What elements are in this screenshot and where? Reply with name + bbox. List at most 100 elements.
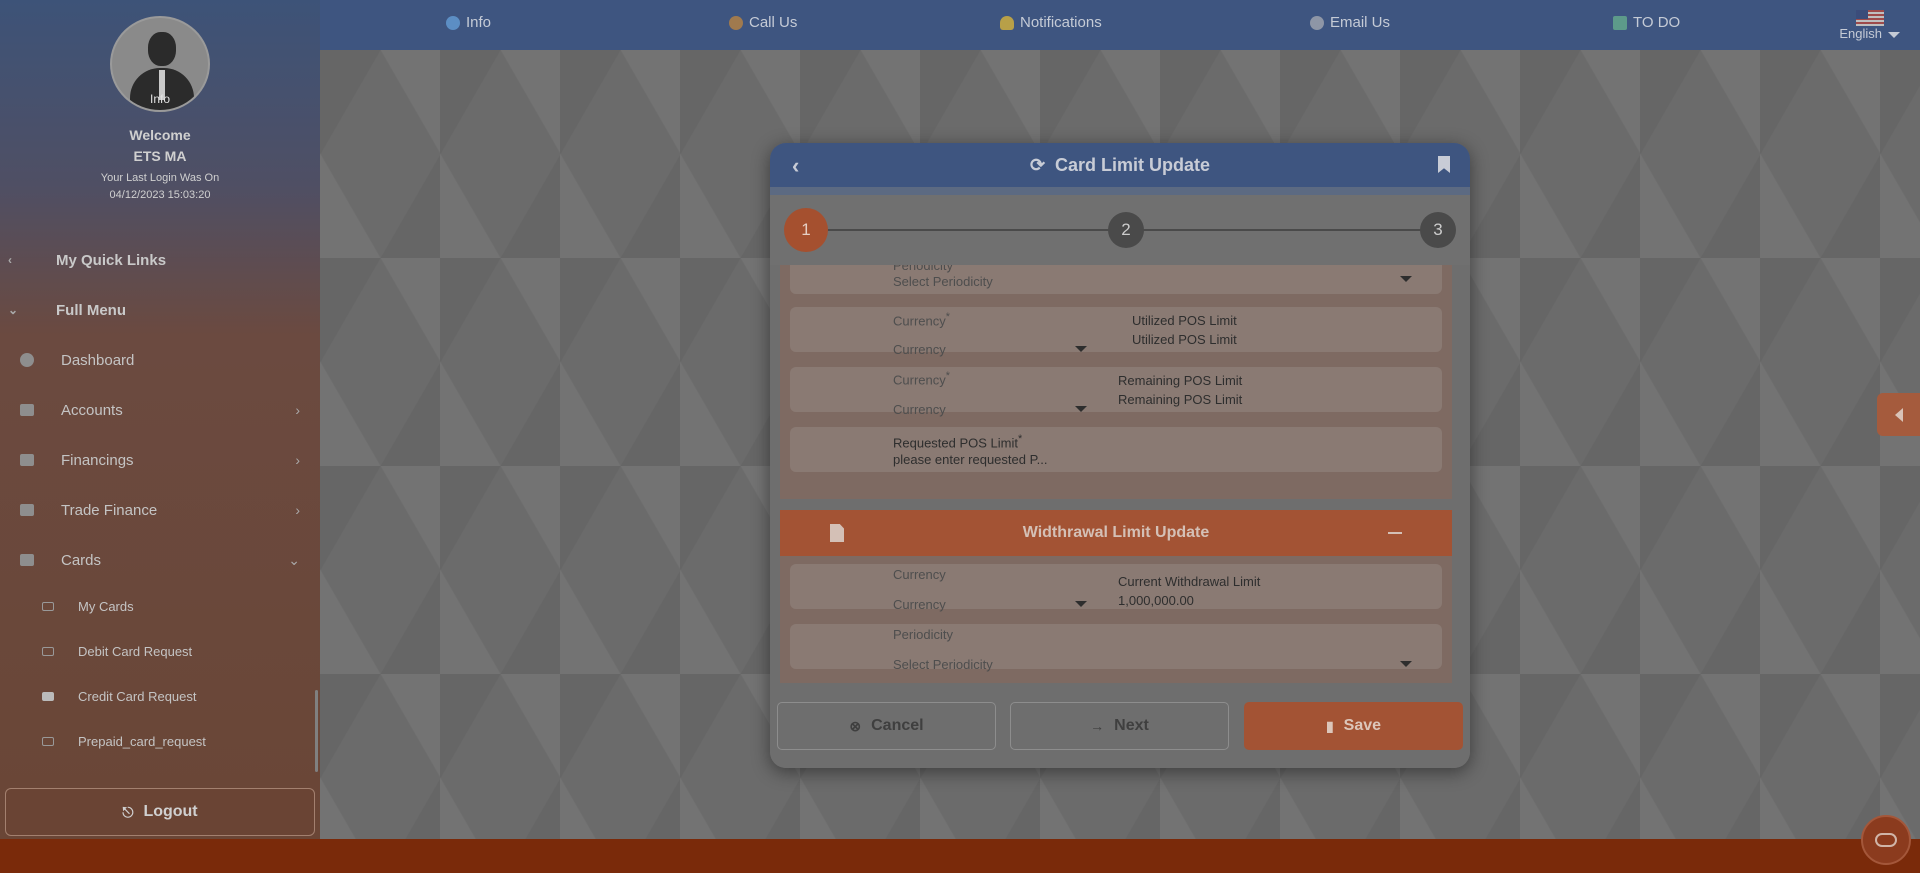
- logout-icon: ⎋: [122, 803, 134, 820]
- bookmark-icon[interactable]: [1438, 156, 1450, 173]
- credit-card-icon: [42, 691, 54, 701]
- pos-currency-remaining-row: Currency* Currency Remaining POS Limit R…: [790, 367, 1442, 417]
- pos-periodicity-select[interactable]: Periodicity Select Periodicity: [790, 265, 1442, 294]
- last-login-value: 04/12/2023 15:03:20: [109, 189, 211, 201]
- quick-links-toggle[interactable]: ‹ My Quick Links: [0, 244, 320, 276]
- pos-limit-panel: Periodicity Select Periodicity Currency*…: [780, 265, 1452, 499]
- step-1[interactable]: 1: [784, 208, 828, 252]
- chart-icon: [20, 454, 34, 466]
- chevron-down-icon: [1075, 346, 1087, 352]
- todo-icon: [1613, 15, 1627, 30]
- cancel-icon: ⊗: [849, 717, 862, 734]
- requested-pos-limit-field[interactable]: Requested POS Limit* please enter reques…: [790, 427, 1442, 472]
- bell-icon: [1000, 15, 1014, 30]
- caret-left-icon: [1894, 407, 1903, 422]
- remaining-pos-value: Remaining POS Limit: [1118, 392, 1243, 407]
- withdrawal-limit-panel: Currency Currency Current Withdrawal Lim…: [780, 556, 1452, 683]
- collapse-icon[interactable]: [1388, 532, 1402, 534]
- withdrawal-currency-label: Currency: [893, 567, 946, 582]
- cards-icon: [20, 554, 34, 566]
- chevron-down-icon: [1075, 601, 1087, 607]
- current-withdrawal-value: 1,000,000.00: [1118, 593, 1194, 608]
- modal-title: Card Limit Update: [1055, 154, 1211, 175]
- modal-header: ‹ ⟳ Card Limit Update: [770, 143, 1470, 187]
- refresh-icon: ⟳: [1029, 154, 1046, 175]
- email-us-link[interactable]: Email Us: [1310, 14, 1390, 31]
- email-icon: [1310, 15, 1324, 30]
- chevron-down-icon: ⌄: [288, 551, 300, 568]
- chevron-down-icon: ⌄: [8, 303, 19, 317]
- pos-currency-select-2[interactable]: Currency: [893, 402, 946, 417]
- sidebar: Info Welcome ETS MA Your Last Login Was …: [0, 0, 320, 839]
- sidebar-item-cards[interactable]: Cards ⌄: [0, 540, 318, 580]
- requested-pos-input[interactable]: please enter requested P...: [893, 452, 1047, 467]
- step-2[interactable]: 2: [1108, 212, 1144, 248]
- last-login-label: Your Last Login Was On: [100, 172, 220, 184]
- next-button[interactable]: → Next: [1010, 702, 1229, 750]
- chevron-left-icon: ‹: [8, 253, 12, 267]
- sidebar-item-accounts[interactable]: Accounts ›: [0, 390, 318, 430]
- sidebar-subitem-credit-card-request[interactable]: Credit Card Request: [0, 678, 318, 714]
- sidebar-subitem-my-cards[interactable]: My Cards: [0, 588, 318, 624]
- chat-icon: [1875, 833, 1897, 847]
- sidebar-subitem-prepaid-card-request[interactable]: Prepaid_card_request: [0, 723, 318, 759]
- pos-currency-label: Currency*: [893, 311, 950, 329]
- full-menu-toggle[interactable]: ⌄ Full Menu: [0, 294, 320, 326]
- card-icon: [42, 736, 54, 746]
- withdrawal-currency-select[interactable]: Currency: [893, 597, 946, 612]
- arrow-right-icon: →: [1090, 718, 1105, 734]
- back-button[interactable]: ‹: [792, 153, 799, 179]
- dashboard-icon: [20, 353, 34, 367]
- current-withdrawal-label: Current Withdrawal Limit: [1118, 574, 1261, 589]
- form-scroll-area: Periodicity Select Periodicity Currency*…: [780, 265, 1460, 683]
- welcome-text: Welcome: [129, 127, 191, 143]
- call-us-link[interactable]: Call Us: [729, 14, 797, 31]
- chevron-right-icon: ›: [295, 402, 300, 418]
- accounts-icon: [20, 404, 34, 416]
- sidebar-scrollbar[interactable]: [315, 690, 318, 772]
- save-icon: ▮: [1325, 717, 1334, 734]
- bottom-bar: [0, 839, 1920, 873]
- modal-footer: ⊗ Cancel → Next ▮ Save: [770, 688, 1470, 768]
- logout-button[interactable]: ⎋ Logout: [5, 788, 315, 836]
- utilized-pos-label: Utilized POS Limit: [1132, 313, 1237, 328]
- notifications-link[interactable]: Notifications: [1000, 14, 1102, 31]
- withdrawal-periodicity-select[interactable]: Periodicity Select Periodicity: [790, 624, 1442, 672]
- document-icon: [830, 524, 844, 542]
- chevron-down-icon: [1400, 661, 1412, 667]
- save-button[interactable]: ▮ Save: [1244, 702, 1463, 750]
- cancel-button[interactable]: ⊗ Cancel: [777, 702, 996, 750]
- chevron-right-icon: ›: [295, 452, 300, 468]
- step-3[interactable]: 3: [1420, 212, 1456, 248]
- info-link[interactable]: Info: [446, 14, 491, 31]
- requested-pos-label: Requested POS Limit*: [893, 433, 1023, 451]
- language-selector[interactable]: English: [1839, 10, 1900, 41]
- chevron-right-icon: ›: [295, 502, 300, 518]
- chevron-down-icon: [1075, 406, 1087, 412]
- user-name: ETS MA: [133, 148, 187, 164]
- pos-currency-select[interactable]: Currency: [893, 342, 946, 357]
- card-icon: [42, 646, 54, 656]
- todo-link[interactable]: TO DO: [1613, 14, 1680, 31]
- trade-icon: [20, 504, 34, 516]
- sidebar-subitem-debit-card-request[interactable]: Debit Card Request: [0, 633, 318, 669]
- avatar[interactable]: Info: [110, 16, 210, 112]
- withdrawal-section-header[interactable]: Widthrawal Limit Update: [780, 510, 1452, 556]
- pos-currency-utilized-row: Currency* Currency Utilized POS Limit Ut…: [790, 307, 1442, 357]
- avatar-label: Info: [149, 92, 170, 106]
- pos-currency-label-2: Currency*: [893, 370, 950, 388]
- side-panel-toggle[interactable]: [1877, 393, 1920, 436]
- chat-button[interactable]: [1861, 815, 1911, 865]
- card-icon: [42, 601, 54, 611]
- sidebar-item-financings[interactable]: Financings ›: [0, 440, 318, 480]
- stepper: 1 2 3: [770, 195, 1470, 265]
- withdrawal-currency-row: Currency Currency Current Withdrawal Lim…: [790, 564, 1442, 612]
- us-flag-icon: [1855, 10, 1884, 26]
- chevron-down-icon: [1400, 276, 1412, 282]
- sidebar-item-dashboard[interactable]: Dashboard: [0, 340, 318, 380]
- card-limit-update-modal: ‹ ⟳ Card Limit Update 1 2 3 Periodicity …: [770, 143, 1470, 768]
- person-phone-icon: [729, 15, 743, 30]
- sidebar-item-trade-finance[interactable]: Trade Finance ›: [0, 490, 318, 530]
- remaining-pos-label: Remaining POS Limit: [1118, 373, 1243, 388]
- language-label: English: [1839, 26, 1882, 41]
